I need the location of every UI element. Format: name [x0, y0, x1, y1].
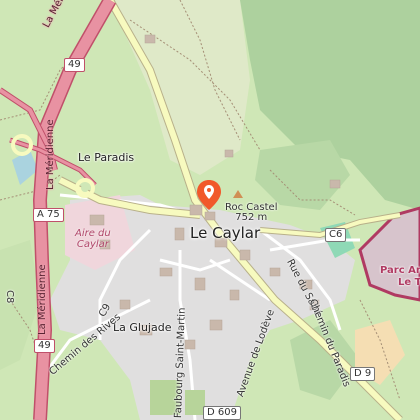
road-label-c8[interactable]: C8	[4, 290, 15, 303]
place-label-glujade[interactable]: La Glujade	[113, 322, 171, 333]
place-label-paradis[interactable]: Le Paradis	[78, 152, 134, 163]
ref-a49-top[interactable]: 49	[64, 58, 85, 72]
road-label-meridienne-left[interactable]: La Méridienne	[45, 119, 56, 190]
ref-a75[interactable]: A 75	[33, 208, 64, 222]
park-label-line1: Parc Ani	[380, 265, 420, 276]
service-area-line2: Caylar	[76, 239, 109, 250]
map-canvas[interactable]: Le Caylar Le Paradis La Glujade Roc Cast…	[0, 0, 420, 420]
peak-elevation: 752 m	[235, 212, 268, 223]
park-label-line2: Le Th	[398, 277, 420, 288]
ref-a49-bottom[interactable]: 49	[34, 339, 55, 353]
ref-d609[interactable]: D 609	[203, 406, 241, 420]
park-label[interactable]: Parc Ani Le Th	[380, 265, 420, 289]
peak-icon	[233, 190, 243, 198]
road-label-meridienne-bottom[interactable]: La Méridienne	[37, 264, 48, 335]
town-label[interactable]: Le Caylar	[190, 226, 260, 241]
ref-d9[interactable]: D 9	[350, 367, 376, 381]
service-area-line1: Aire du	[75, 228, 111, 239]
peak-label[interactable]: Roc Castel 752 m	[225, 203, 277, 223]
map-marker-icon[interactable]	[197, 180, 221, 210]
ref-c6[interactable]: C6	[325, 228, 347, 242]
service-area-label[interactable]: Aire du Caylar	[75, 228, 111, 250]
